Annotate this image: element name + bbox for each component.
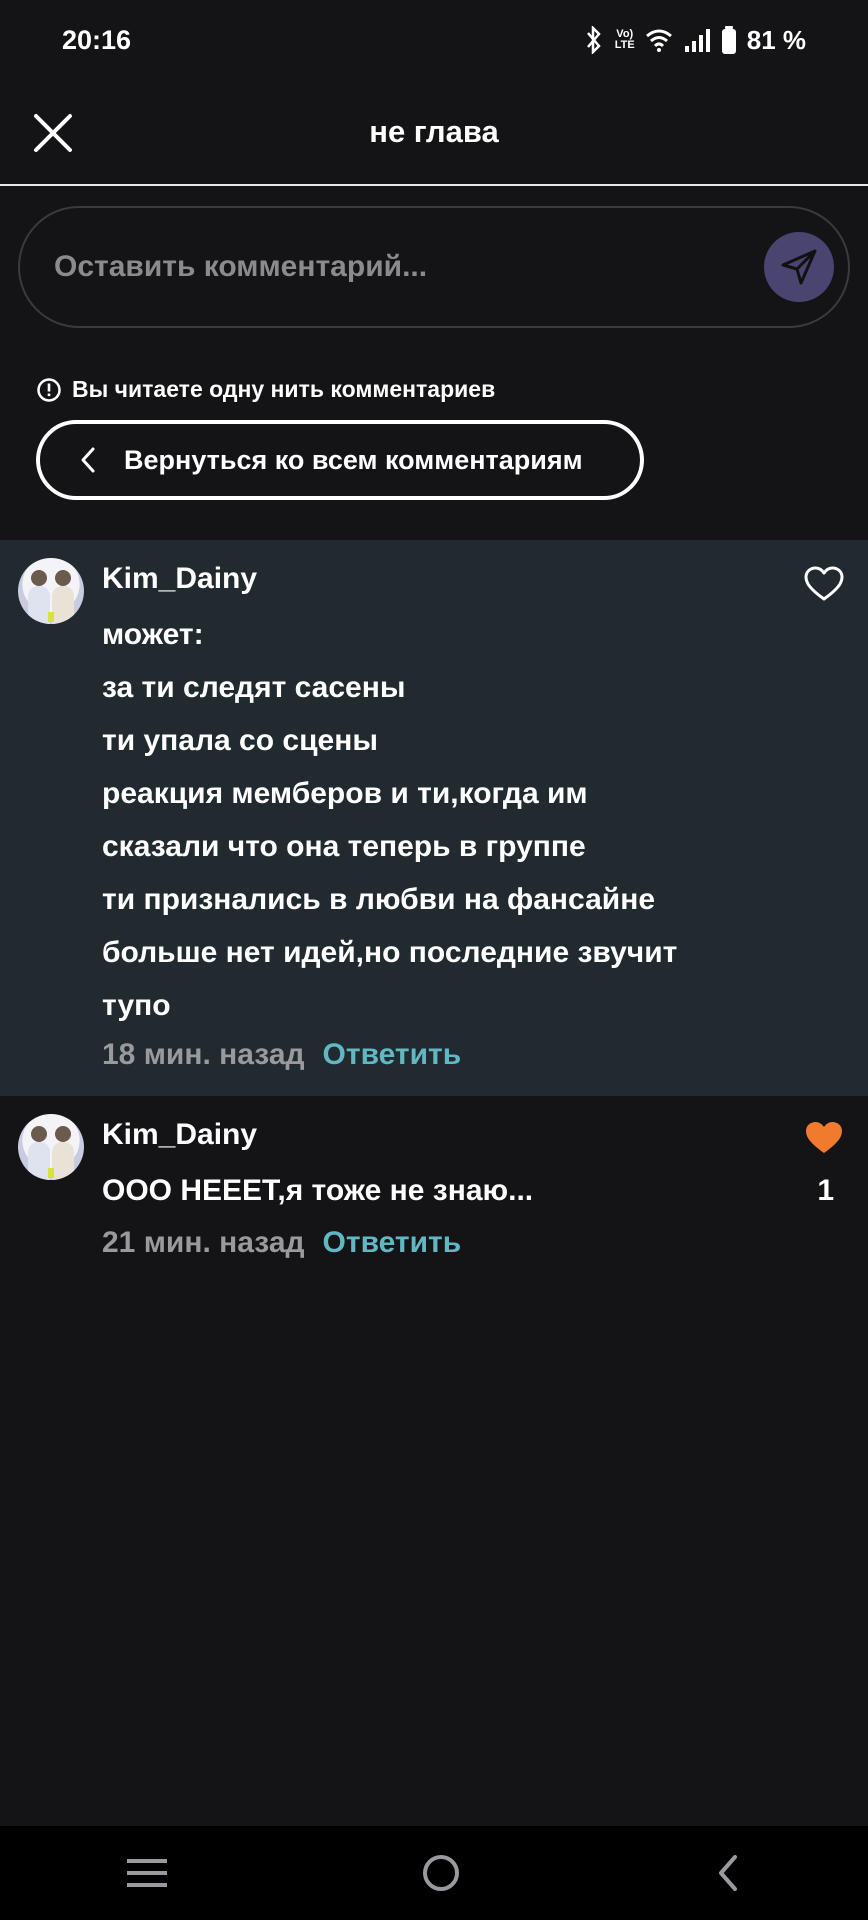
back-to-all-comments-button[interactable]: Вернуться ко всем комментариям — [36, 420, 644, 500]
comment-text: ООО НЕЕЕТ,я тоже не знаю... — [102, 1174, 534, 1207]
lte-indicator: Vo) LTE — [614, 28, 635, 51]
bluetooth-icon — [586, 26, 601, 54]
comment-username[interactable]: Kim_Dainy — [102, 562, 257, 596]
thread-notice: Вы читаете одну нить комментариев — [36, 376, 495, 403]
thread-notice-text: Вы читаете одну нить комментариев — [72, 376, 496, 402]
comment-item: Kim_Dainy ООО НЕЕЕТ,я тоже не знаю... 21… — [0, 1096, 868, 1296]
heart-outline-icon[interactable] — [804, 566, 844, 602]
back-icon[interactable] — [713, 1853, 743, 1893]
home-icon[interactable] — [419, 1851, 463, 1895]
navigation-bar — [0, 1826, 868, 1920]
reply-button[interactable]: Ответить — [323, 1038, 462, 1072]
comment-meta: 21 мин. назад Ответить — [102, 1226, 461, 1260]
menu-icon[interactable] — [125, 1855, 169, 1891]
status-icons: Vo) LTE 81 % — [583, 25, 806, 56]
status-time: 20:16 — [62, 24, 132, 55]
comment-input[interactable]: Оставить комментарий... — [18, 206, 850, 328]
info-icon — [37, 377, 61, 402]
reply-button[interactable]: Ответить — [323, 1226, 462, 1260]
avatar[interactable] — [18, 558, 84, 624]
header: не глава — [0, 80, 868, 186]
comment-time: 21 мин. назад — [102, 1226, 305, 1259]
send-button[interactable] — [764, 232, 834, 302]
battery-icon — [721, 26, 736, 54]
send-icon — [781, 249, 817, 285]
comment-meta: 18 мин. назад Ответить — [102, 1038, 461, 1072]
comment-username[interactable]: Kim_Dainy — [102, 1118, 257, 1152]
comment-time: 18 мин. назад — [102, 1038, 305, 1071]
chevron-left-icon — [81, 447, 95, 473]
status-bar: 20:16 Vo) LTE 81 % — [0, 0, 868, 80]
close-icon[interactable] — [30, 110, 76, 156]
heart-filled-icon[interactable] — [804, 1120, 844, 1156]
page-title: не глава — [369, 114, 499, 149]
avatar[interactable] — [18, 1114, 84, 1180]
comment-text: может: за ти следят сасены ти упала со с… — [102, 618, 678, 1022]
comment-item: Kim_Dainy может: за ти следят сасены ти … — [0, 540, 868, 1096]
back-to-all-comments-label: Вернуться ко всем комментариям — [124, 444, 583, 475]
comment-input-placeholder: Оставить комментарий... — [54, 250, 428, 283]
signal-icon — [684, 29, 710, 52]
wifi-icon — [645, 29, 672, 52]
battery-percent: 81 % — [746, 24, 806, 55]
like-count: 1 — [817, 1174, 834, 1207]
